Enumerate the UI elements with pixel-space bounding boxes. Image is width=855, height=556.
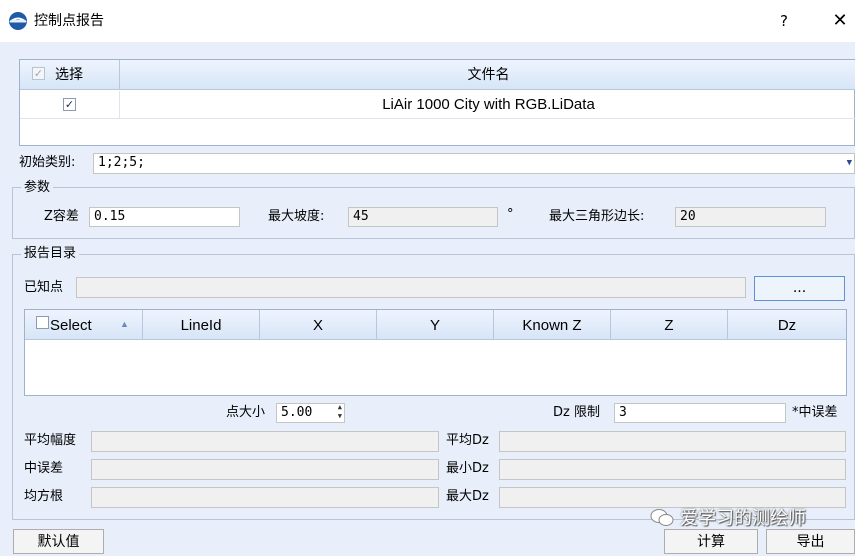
window-title: 控制点报告 — [34, 13, 104, 29]
point-size-label: 点大小 — [226, 405, 266, 420]
column-header-select[interactable]: Select ▲ — [25, 310, 143, 340]
initial-class-value: 1;2;5; — [98, 155, 145, 170]
table-row[interactable]: ✓ LiAir 1000 City with RGB.LiData — [20, 91, 855, 119]
select-col-label: Select — [50, 317, 92, 334]
min-dz-field — [499, 459, 846, 480]
wechat-icon — [650, 509, 674, 526]
column-header-known-z[interactable]: Known Z — [494, 310, 611, 340]
row-checkbox[interactable]: ✓ — [63, 98, 76, 111]
column-header-dz[interactable]: Dz — [728, 310, 846, 340]
min-dz-label: 最小Dz — [446, 461, 489, 476]
max-edge-input[interactable]: 20 — [675, 207, 826, 227]
z-tolerance-label: Z容差 — [44, 209, 79, 224]
max-dz-field — [499, 487, 846, 508]
spinner-arrows-icon[interactable]: ▲ ▼ — [338, 403, 342, 421]
file-table: ✓ 选择 文件名 ✓ LiAir 1000 City with RGB.LiDa… — [19, 59, 855, 146]
dz-limit-suffix: *中误差 — [792, 405, 838, 420]
filename-header[interactable]: 文件名 — [121, 60, 855, 90]
dz-limit-label: Dz 限制 — [553, 405, 600, 420]
max-slope-label: 最大坡度: — [268, 209, 325, 224]
report-group-title: 报告目录 — [21, 245, 80, 263]
dz-table: Select ▲ LineId X Y Known Z Z Dz — [24, 309, 847, 396]
calculate-button[interactable]: 计算 — [664, 529, 758, 554]
avg-range-label: 平均幅度 — [24, 433, 77, 448]
point-size-spinner[interactable]: 5.00 ▲ ▼ — [276, 403, 345, 423]
known-points-input[interactable] — [76, 277, 746, 298]
initial-class-label: 初始类别: — [19, 155, 76, 170]
z-tolerance-input[interactable]: 0.15 — [89, 207, 240, 227]
app-logo-icon — [9, 12, 27, 30]
avg-dz-label: 平均Dz — [446, 433, 489, 448]
select-all-checkbox[interactable]: ✓ — [32, 67, 45, 80]
browse-button[interactable]: ... — [754, 276, 845, 301]
rms-field — [91, 487, 439, 508]
params-group-title: 参数 — [21, 179, 54, 197]
degree-symbol: ° — [507, 207, 514, 222]
column-header-z[interactable]: Z — [611, 310, 728, 340]
select-all-points-checkbox[interactable] — [36, 316, 49, 329]
rmse-field — [91, 459, 439, 480]
rmse-label: 中误差 — [24, 461, 64, 476]
dz-limit-input[interactable]: 3 — [614, 403, 786, 423]
point-size-value: 5.00 — [281, 405, 313, 420]
rms-label: 均方根 — [24, 489, 64, 504]
initial-class-combo[interactable]: 1;2;5; ▼ — [93, 153, 855, 174]
max-slope-input[interactable]: 45 — [348, 207, 498, 227]
file-table-header: ✓ 选择 文件名 — [20, 60, 855, 90]
default-button[interactable]: 默认值 — [13, 529, 104, 554]
max-dz-label: 最大Dz — [446, 489, 489, 504]
column-header-lineid[interactable]: LineId — [143, 310, 260, 340]
dz-table-header: Select ▲ LineId X Y Known Z Z Dz — [25, 310, 846, 340]
close-icon[interactable]: ✕ — [830, 10, 850, 32]
filename-cell: LiAir 1000 City with RGB.LiData — [382, 96, 595, 113]
select-cell: ✓ — [20, 91, 120, 119]
select-header-label: 选择 — [55, 67, 83, 83]
select-column-header[interactable]: ✓ 选择 — [20, 60, 120, 90]
avg-range-field — [91, 431, 439, 452]
known-points-label: 已知点 — [24, 280, 64, 295]
title-bar: 控制点报告 ? ✕ — [0, 0, 855, 42]
chevron-down-icon[interactable]: ▼ — [847, 154, 852, 172]
column-header-x[interactable]: X — [260, 310, 377, 340]
avg-dz-field — [499, 431, 846, 452]
help-icon[interactable]: ? — [776, 11, 792, 31]
max-edge-label: 最大三角形边长: — [549, 209, 645, 224]
column-header-y[interactable]: Y — [377, 310, 494, 340]
sort-asc-icon: ▲ — [120, 319, 129, 329]
export-button[interactable]: 导出 — [766, 529, 855, 554]
